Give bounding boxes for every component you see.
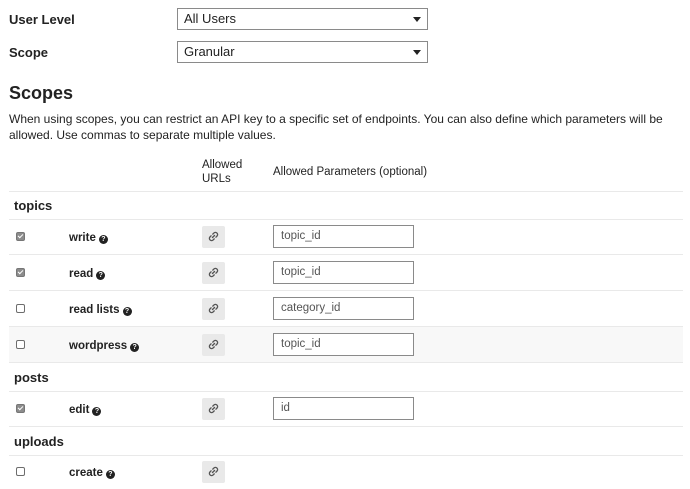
divider <box>9 455 683 456</box>
question-circle-icon[interactable]: ? <box>92 407 102 416</box>
allowed-urls-link-button[interactable] <box>202 298 225 320</box>
scope-value: Granular <box>184 44 235 59</box>
scope-name-wordpress: wordpress? <box>69 340 140 352</box>
allowed-urls-link-button[interactable] <box>202 398 225 420</box>
scope-name-write: write? <box>69 232 108 244</box>
scope-name-create: create? <box>69 467 115 479</box>
user-level-select[interactable]: All Users <box>177 8 428 30</box>
scopes-description: When using scopes, you can restrict an A… <box>9 112 663 142</box>
link-icon <box>208 403 219 414</box>
scope-checkbox-wordpress[interactable] <box>16 340 25 349</box>
scope-label: wordpress <box>69 340 128 352</box>
divider <box>9 326 683 327</box>
allowed-urls-link-button[interactable] <box>202 334 225 356</box>
user-level-label: User Level <box>9 12 75 27</box>
link-icon <box>208 466 219 477</box>
divider <box>9 254 683 255</box>
scope-label: read lists <box>69 304 120 316</box>
param-input-edit[interactable]: id <box>273 397 414 420</box>
divider <box>9 362 683 363</box>
scope-checkbox-read[interactable] <box>16 268 25 277</box>
scope-checkbox-read-lists[interactable] <box>16 304 25 313</box>
question-circle-icon[interactable]: ? <box>98 235 108 244</box>
scope-checkbox-create[interactable] <box>16 467 25 476</box>
question-circle-icon[interactable]: ? <box>96 271 106 280</box>
scope-label: edit <box>69 404 90 416</box>
group-heading-posts: posts <box>14 370 49 385</box>
allowed-urls-header-line2: URLs <box>202 173 231 185</box>
allowed-urls-link-button[interactable] <box>202 226 225 248</box>
allowed-urls-link-button[interactable] <box>202 262 225 284</box>
param-input-write[interactable]: topic_id <box>273 225 414 248</box>
scope-label: read <box>69 268 94 280</box>
question-circle-icon[interactable]: ? <box>122 307 132 316</box>
link-icon <box>208 231 219 242</box>
divider <box>9 219 683 220</box>
link-icon <box>208 303 219 314</box>
chevron-down-icon <box>413 17 421 22</box>
scope-label: Scope <box>9 45 49 60</box>
param-input-read-lists[interactable]: category_id <box>273 297 414 320</box>
divider <box>9 426 683 427</box>
param-input-wordpress[interactable]: topic_id <box>273 333 414 356</box>
scope-checkbox-write[interactable] <box>16 232 25 241</box>
divider <box>9 290 683 291</box>
scope-label: write <box>69 232 96 244</box>
scope-name-read: read? <box>69 268 106 280</box>
group-heading-topics: topics <box>14 198 53 213</box>
scope-label: create <box>69 467 103 479</box>
question-circle-icon[interactable]: ? <box>130 343 140 352</box>
param-input-read[interactable]: topic_id <box>273 261 414 284</box>
divider <box>9 191 683 192</box>
scope-select[interactable]: Granular <box>177 41 428 63</box>
user-level-value: All Users <box>184 11 237 26</box>
link-icon <box>208 339 219 350</box>
question-circle-icon[interactable]: ? <box>105 470 115 479</box>
scope-name-read-lists: read lists? <box>69 304 132 316</box>
scope-name-edit: edit? <box>69 404 102 416</box>
group-heading-uploads: uploads <box>14 434 64 449</box>
scopes-title: Scopes <box>9 83 74 103</box>
chevron-down-icon <box>413 50 421 55</box>
divider <box>9 391 683 392</box>
allowed-urls-header-line1: Allowed <box>202 159 243 171</box>
scope-checkbox-edit[interactable] <box>16 404 25 413</box>
allowed-params-header: Allowed Parameters (optional) <box>273 166 428 178</box>
link-icon <box>208 267 219 278</box>
allowed-urls-header: Allowed URLs <box>202 158 242 186</box>
allowed-urls-link-button[interactable] <box>202 461 225 483</box>
